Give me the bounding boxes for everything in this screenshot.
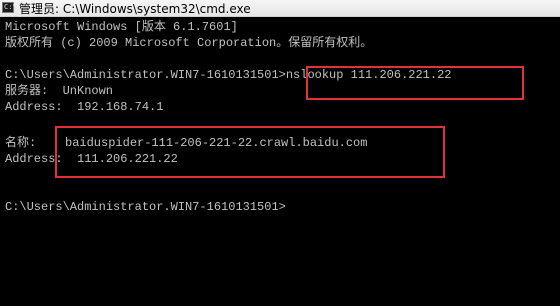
console-line-server-address: Address: 192.168.74.1 [5, 100, 164, 114]
title-bar[interactable]: C:\ 管理员: C:\Windows\system32\cmd.exe [0, 0, 560, 17]
cmd-icon[interactable]: C:\ [2, 2, 17, 13]
command-highlight-box [306, 66, 524, 100]
console-line-version: Microsoft Windows [版本 6.1.7601] [5, 20, 238, 34]
console-line-server: 服务器: UnKnown [5, 84, 114, 98]
console-line-copyright: 版权所有 (c) 2009 Microsoft Corporation。保留所有… [5, 36, 373, 50]
window-title: 管理员: C:\Windows\system32\cmd.exe [19, 2, 251, 16]
result-highlight-box [55, 126, 445, 178]
console-line-prompt: C:\Users\Administrator.WIN7-1610131501> [5, 200, 286, 214]
